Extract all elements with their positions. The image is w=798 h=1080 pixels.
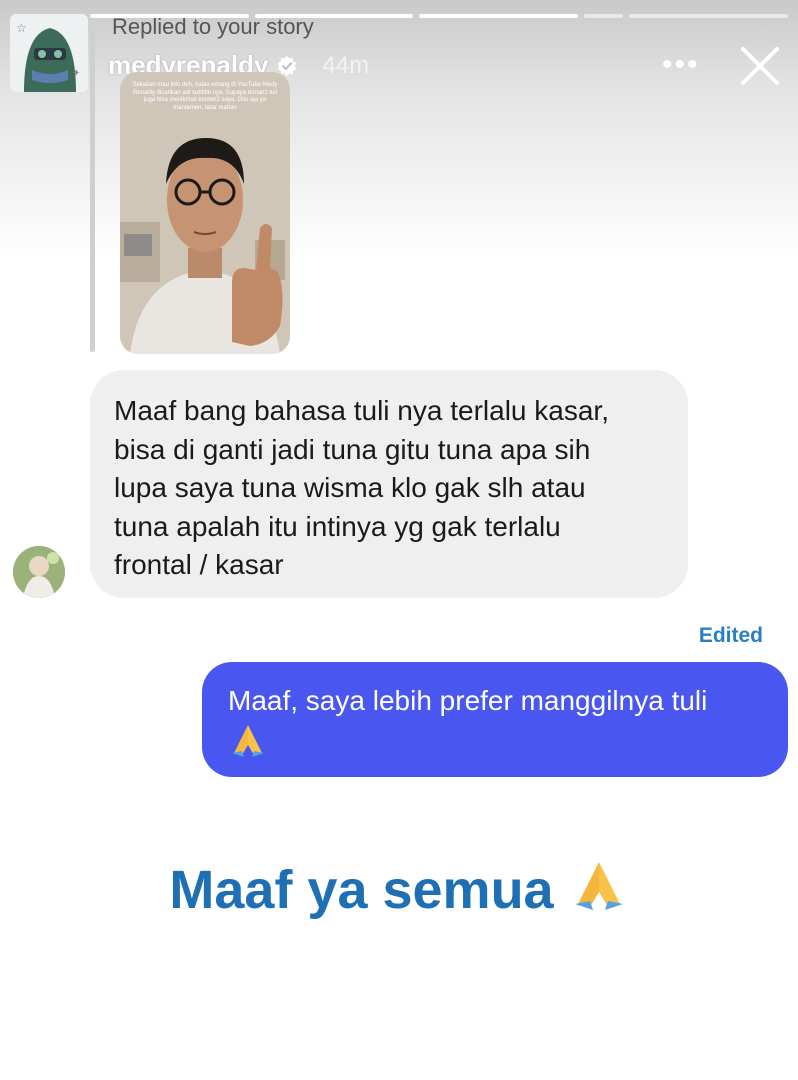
outgoing-message-text: Maaf, saya lebih prefer manggilnya tuli	[228, 685, 708, 716]
progress-segment	[583, 14, 624, 18]
message-line: bisa di ganti jadi tuna gitu tuna apa si…	[114, 433, 591, 465]
svg-text:✦: ✦	[72, 68, 80, 79]
outgoing-message-bubble[interactable]: Maaf, saya lebih prefer manggilnya tuli	[202, 662, 788, 777]
progress-segment	[629, 14, 789, 18]
close-icon[interactable]	[738, 44, 782, 88]
profile-avatar[interactable]: ☆ ✦	[10, 14, 88, 92]
sender-avatar[interactable]	[13, 546, 65, 598]
story-caption-text: Sekalian mau info deh, kalau emang di Yo…	[132, 82, 278, 111]
message-line: lupa saya tuna wisma klo gak slh atau	[114, 472, 586, 504]
reply-indicator-bar	[90, 30, 95, 352]
overlay-caption: Maaf ya semua	[0, 858, 798, 921]
message-line: tuna apalah itu intinya yg gak terlalu	[114, 510, 561, 542]
progress-segment	[419, 14, 578, 18]
replied-to-story-label: Replied to your story	[112, 14, 314, 39]
sender-avatar-photo	[13, 546, 65, 598]
overlay-caption-text: Maaf ya semua	[169, 860, 554, 920]
story-timestamp: 44m	[322, 51, 370, 79]
story-thumbnail-photo	[120, 72, 290, 354]
folded-hands-emoji	[574, 862, 623, 910]
message-line: frontal / kasar	[114, 549, 284, 581]
story-thumbnail[interactable]: Sekalian mau info deh, kalau emang di Yo…	[120, 72, 290, 354]
more-options-icon[interactable]: •••	[662, 48, 700, 82]
folded-hands-emoji	[232, 724, 264, 757]
profile-avatar-illustration: ☆ ✦	[10, 14, 88, 92]
svg-text:☆: ☆	[16, 21, 27, 35]
incoming-message-bubble[interactable]: Maaf bang bahasa tuli nya terlalu kasar,…	[90, 370, 688, 598]
message-line: Maaf bang bahasa tuli nya terlalu kasar,	[114, 395, 609, 426]
edited-label: Edited	[698, 624, 763, 647]
